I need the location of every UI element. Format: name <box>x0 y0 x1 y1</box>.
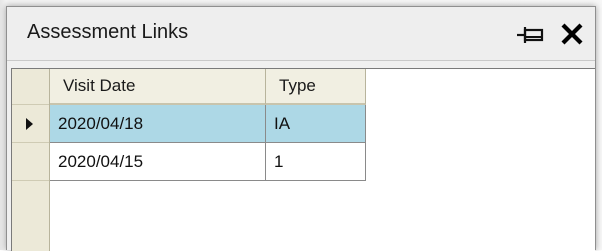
panel-titlebar: Assessment Links <box>7 7 595 61</box>
column-header-type[interactable]: Type <box>266 69 366 105</box>
row-header-1[interactable] <box>12 105 49 143</box>
table-cell-visit-date[interactable]: 2020/04/18 <box>50 105 266 143</box>
assessment-grid[interactable]: Visit Date Type 2020/04/18 IA 2020/04/15… <box>11 68 595 251</box>
row-header-empty <box>12 181 49 219</box>
table-cell-type[interactable]: IA <box>266 105 366 143</box>
row-header-2[interactable] <box>12 143 49 181</box>
pin-icon <box>517 27 544 43</box>
row-header-column <box>12 69 50 251</box>
current-row-indicator-icon <box>26 118 33 130</box>
column-header-visit-date[interactable]: Visit Date <box>50 69 266 105</box>
table-cell-type[interactable]: 1 <box>266 143 366 181</box>
table-cell-visit-date[interactable]: 2020/04/15 <box>50 143 266 181</box>
assessment-links-panel: Assessment Links Visit Date Type 2020/04… <box>6 6 596 251</box>
top-left-header-cell <box>12 69 49 105</box>
close-button[interactable] <box>559 21 585 47</box>
pin-button[interactable] <box>515 24 545 46</box>
panel-title: Assessment Links <box>27 21 189 43</box>
close-icon <box>561 23 583 45</box>
